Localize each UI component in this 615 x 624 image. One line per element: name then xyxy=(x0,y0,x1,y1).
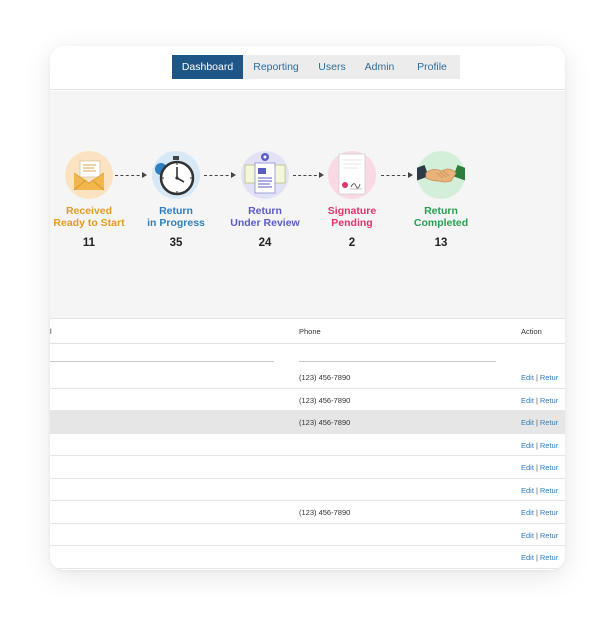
step-in-progress-line1: Return xyxy=(159,205,193,217)
return-link[interactable]: Retur xyxy=(540,486,558,495)
table-row[interactable]: Edit | Retur xyxy=(50,456,565,479)
step-in-progress-line2: in Progress xyxy=(147,217,205,229)
step-under-review-count: 24 xyxy=(258,237,272,249)
nav-profile[interactable]: Profile xyxy=(404,55,460,79)
step-completed-count: 13 xyxy=(434,237,448,249)
action-cell: Edit | Retur xyxy=(521,418,558,427)
app-window: Dashboard Reporting Users Admin Profile xyxy=(50,46,565,570)
phone-cell: (123) 456-7890 xyxy=(299,418,351,427)
action-cell: Edit | Retur xyxy=(521,441,558,450)
step-under-review-line2: Under Review xyxy=(230,217,300,229)
stopwatch-icon xyxy=(152,151,200,199)
step-completed[interactable]: Return Completed 13 xyxy=(391,151,491,249)
main-nav: Dashboard Reporting Users Admin Profile xyxy=(172,55,460,79)
edit-link[interactable]: Edit xyxy=(521,508,534,517)
edit-link[interactable]: Edit xyxy=(521,418,534,427)
step-signature-title: Signature Pending xyxy=(302,205,402,229)
step-signature-count: 2 xyxy=(348,237,356,249)
nav-dashboard[interactable]: Dashboard xyxy=(172,55,243,79)
documents-review-icon xyxy=(241,151,289,199)
top-navigation-bar: Dashboard Reporting Users Admin Profile xyxy=(50,46,565,90)
phone-cell: (123) 456-7890 xyxy=(299,373,351,382)
return-link[interactable]: Retur xyxy=(540,418,558,427)
action-cell: Edit | Retur xyxy=(521,553,558,562)
step-under-review[interactable]: Return Under Review 24 xyxy=(215,151,315,249)
table-row[interactable]: Edit | Retur xyxy=(50,479,565,501)
table-header: l Phone Action xyxy=(50,318,565,344)
action-cell: Edit | Retur xyxy=(521,531,558,540)
envelope-icon xyxy=(65,151,113,199)
return-link[interactable]: Retur xyxy=(540,396,558,405)
step-signature-pending[interactable]: Signature Pending 2 xyxy=(302,151,402,249)
nav-users[interactable]: Users xyxy=(309,55,355,79)
return-link[interactable]: Retur xyxy=(540,373,558,382)
table-row[interactable]: (123) 456-7890 Edit | Retur xyxy=(50,501,565,524)
action-cell: Edit | Retur xyxy=(521,508,558,517)
action-cell: Edit | Retur xyxy=(521,486,558,495)
table-row[interactable]: (123) 456-7890 Edit | Retur xyxy=(50,366,565,389)
step-completed-line2: Completed xyxy=(413,217,469,229)
step-under-review-line1: Return xyxy=(248,205,282,217)
table-row[interactable]: Edit | Retur xyxy=(50,524,565,546)
return-link[interactable]: Retur xyxy=(540,441,558,450)
edit-link[interactable]: Edit xyxy=(521,373,534,382)
step-completed-line1: Return xyxy=(424,205,458,217)
step-in-progress-title: Return in Progress xyxy=(126,205,226,229)
table-row[interactable]: Edit | Retur xyxy=(50,434,565,456)
workflow-status-panel: Received Ready to Start 11 Return in Pro… xyxy=(50,91,565,318)
phone-cell: (123) 456-7890 xyxy=(299,508,351,517)
return-link[interactable]: Retur xyxy=(540,508,558,517)
step-under-review-title: Return Under Review xyxy=(215,205,315,229)
edit-link[interactable]: Edit xyxy=(521,396,534,405)
table-row[interactable]: (123) 456-7890 Edit | Retur xyxy=(50,411,565,434)
edit-link[interactable]: Edit xyxy=(521,486,534,495)
handshake-icon xyxy=(411,151,471,199)
edit-link[interactable]: Edit xyxy=(521,463,534,472)
column-header-partial[interactable]: l xyxy=(50,327,52,336)
phone-cell: (123) 456-7890 xyxy=(299,395,351,405)
phone-filter-input[interactable] xyxy=(299,361,496,362)
step-signature-line1: Signature xyxy=(327,205,377,217)
step-in-progress-count: 35 xyxy=(169,237,183,249)
edit-link[interactable]: Edit xyxy=(521,531,534,540)
table-row[interactable]: Edit | Retur xyxy=(50,546,565,569)
column-header-action: Action xyxy=(521,327,542,336)
signature-document-icon xyxy=(328,151,376,199)
nav-admin[interactable]: Admin xyxy=(355,55,404,79)
action-cell: Edit | Retur xyxy=(521,396,558,405)
action-cell: Edit | Retur xyxy=(521,373,558,382)
column-header-phone[interactable]: Phone xyxy=(299,327,321,336)
return-link[interactable]: Retur xyxy=(540,531,558,540)
table-row[interactable]: (123) 456-7890 Edit | Retur xyxy=(50,389,565,411)
step-completed-title: Return Completed xyxy=(391,205,491,229)
filter-input[interactable] xyxy=(50,361,274,362)
step-in-progress[interactable]: Return in Progress 35 xyxy=(126,151,226,249)
edit-link[interactable]: Edit xyxy=(521,553,534,562)
returns-table: l Phone Action (123) 456-7890 Edit | Retur… xyxy=(50,318,565,570)
action-cell: Edit | Retur xyxy=(521,463,558,472)
return-link[interactable]: Retur xyxy=(540,463,558,472)
edit-link[interactable]: Edit xyxy=(521,441,534,450)
step-signature-line2: Pending xyxy=(331,217,373,229)
return-link[interactable]: Retur xyxy=(540,553,558,562)
filter-row xyxy=(50,344,565,366)
nav-reporting[interactable]: Reporting xyxy=(243,55,309,79)
